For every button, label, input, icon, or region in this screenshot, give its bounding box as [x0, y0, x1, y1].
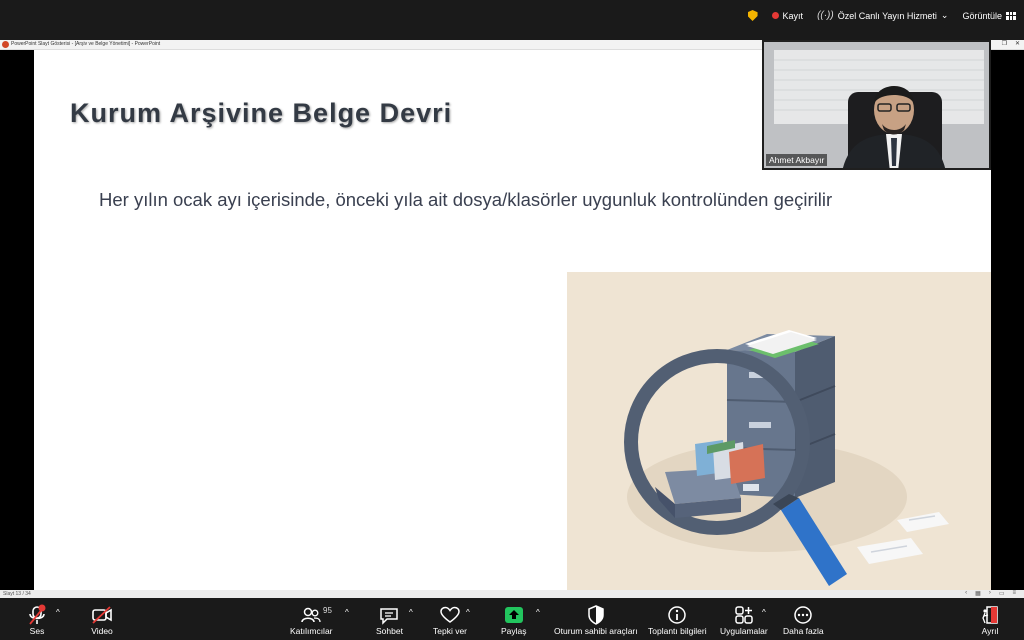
- powerpoint-logo-icon: [2, 41, 9, 48]
- slide-body-text: Her yılın ocak ayı içerisinde, önceki yı…: [99, 189, 833, 210]
- menu-icon[interactable]: ≡: [1012, 590, 1016, 597]
- view-button[interactable]: Görüntüle: [962, 11, 1016, 21]
- participant-video-feed: [764, 42, 989, 168]
- info-icon: [666, 604, 688, 626]
- live-stream-indicator[interactable]: ((·)) Özel Canlı Yayın Hizmeti ⌄: [817, 10, 948, 21]
- archive-illustration: [567, 272, 991, 590]
- archive-cabinet-magnifier-illustration: [624, 330, 949, 586]
- meeting-info-button[interactable]: Toplantı bilgileri: [648, 604, 707, 636]
- audio-options-caret-icon[interactable]: ^: [56, 608, 60, 617]
- camera-off-icon: [90, 604, 114, 626]
- reactions-label: Tepki ver: [433, 626, 468, 636]
- view-label: Görüntüle: [962, 10, 1002, 21]
- share-options-caret-icon[interactable]: ^: [536, 608, 540, 617]
- participant-name-tag: Ahmet Akbayır: [766, 154, 828, 166]
- top-bar-controls: Kayıt ((·)) Özel Canlı Yayın Hizmeti ⌄ G…: [747, 10, 1016, 21]
- audio-button[interactable]: Ses: [26, 604, 48, 636]
- heart-icon: [439, 604, 461, 626]
- more-button[interactable]: Daha fazla: [783, 604, 824, 636]
- leave-button[interactable]: Ayrıl: [979, 604, 1001, 636]
- apps-label: Uygulamalar: [720, 626, 768, 636]
- slide-sorter-icon[interactable]: ▦: [975, 590, 981, 597]
- letterbox-right: [991, 50, 1024, 590]
- leave-label: Ayrıl: [981, 626, 999, 636]
- participant-video-tile[interactable]: Ahmet Akbayır: [762, 40, 991, 170]
- powerpoint-window-title: PowerPoint Slayt Gösterisi - [Arşiv ve B…: [11, 41, 161, 47]
- recording-indicator[interactable]: Kayıt: [771, 10, 804, 21]
- more-label: Daha fazla: [783, 626, 824, 636]
- share-arrow-icon: [503, 604, 525, 626]
- participants-count: 95: [323, 606, 332, 615]
- apps-icon: [733, 604, 755, 626]
- shield-icon: [585, 604, 607, 626]
- meeting-info-label: Toplantı bilgileri: [648, 626, 707, 636]
- video-label: Video: [91, 626, 113, 636]
- reactions-button[interactable]: Tepki ver: [433, 604, 467, 636]
- apps-options-caret-icon[interactable]: ^: [762, 608, 766, 617]
- chat-button[interactable]: Sohbet: [376, 604, 403, 636]
- video-button[interactable]: Video: [90, 604, 114, 636]
- slide-number: Slayt 13 / 34: [3, 591, 31, 597]
- apps-button[interactable]: Uygulamalar: [720, 604, 768, 636]
- record-dot-icon: [771, 12, 779, 19]
- ellipsis-icon: [792, 604, 814, 626]
- broadcast-icon: ((·)): [817, 10, 834, 21]
- status-bar-controls: ‹ ▦ › ▭ ≡: [965, 590, 1016, 597]
- meeting-toolbar: Ses ^ Video Katılımcılar 95 ^ Sohbet ^ T…: [0, 598, 1024, 640]
- exit-icon: [979, 604, 1001, 626]
- restore-icon[interactable]: ❐: [1002, 40, 1007, 47]
- slide-title: Kurum Arşivine Belge Devri: [70, 98, 453, 128]
- powerpoint-status-bar: Slayt 13 / 34 ‹ ▦ › ▭ ≡: [0, 590, 1024, 598]
- people-icon: [300, 604, 322, 626]
- meeting-top-bar: Kayıt ((·)) Özel Canlı Yayın Hizmeti ⌄ G…: [0, 0, 1024, 40]
- reactions-options-caret-icon[interactable]: ^: [466, 608, 470, 617]
- live-stream-label: Özel Canlı Yayın Hizmeti: [837, 10, 937, 21]
- recording-label: Kayıt: [782, 10, 804, 21]
- grid-view-icon: [1006, 11, 1016, 20]
- window-controls: ❐ ✕: [1002, 40, 1020, 47]
- participants-label: Katılımcılar: [290, 626, 333, 636]
- share-button[interactable]: Paylaş: [501, 604, 527, 636]
- chevron-down-icon: ⌄: [940, 10, 949, 20]
- letterbox-left: [0, 50, 34, 590]
- share-label: Paylaş: [501, 626, 527, 636]
- audio-label: Ses: [29, 626, 45, 636]
- participants-options-caret-icon[interactable]: ^: [345, 608, 349, 617]
- close-icon[interactable]: ✕: [1015, 40, 1020, 47]
- chat-options-caret-icon[interactable]: ^: [409, 608, 413, 617]
- host-tools-button[interactable]: Oturum sahibi araçları: [554, 604, 638, 636]
- chat-bubble-icon: [378, 604, 400, 626]
- reading-view-icon[interactable]: ▭: [999, 590, 1005, 597]
- prev-slide-icon[interactable]: ‹: [965, 590, 967, 597]
- next-slide-icon[interactable]: ›: [989, 590, 991, 597]
- security-shield-icon[interactable]: [747, 10, 758, 21]
- microphone-muted-icon: [26, 604, 48, 626]
- host-tools-label: Oturum sahibi araçları: [554, 626, 638, 636]
- chat-label: Sohbet: [376, 626, 403, 636]
